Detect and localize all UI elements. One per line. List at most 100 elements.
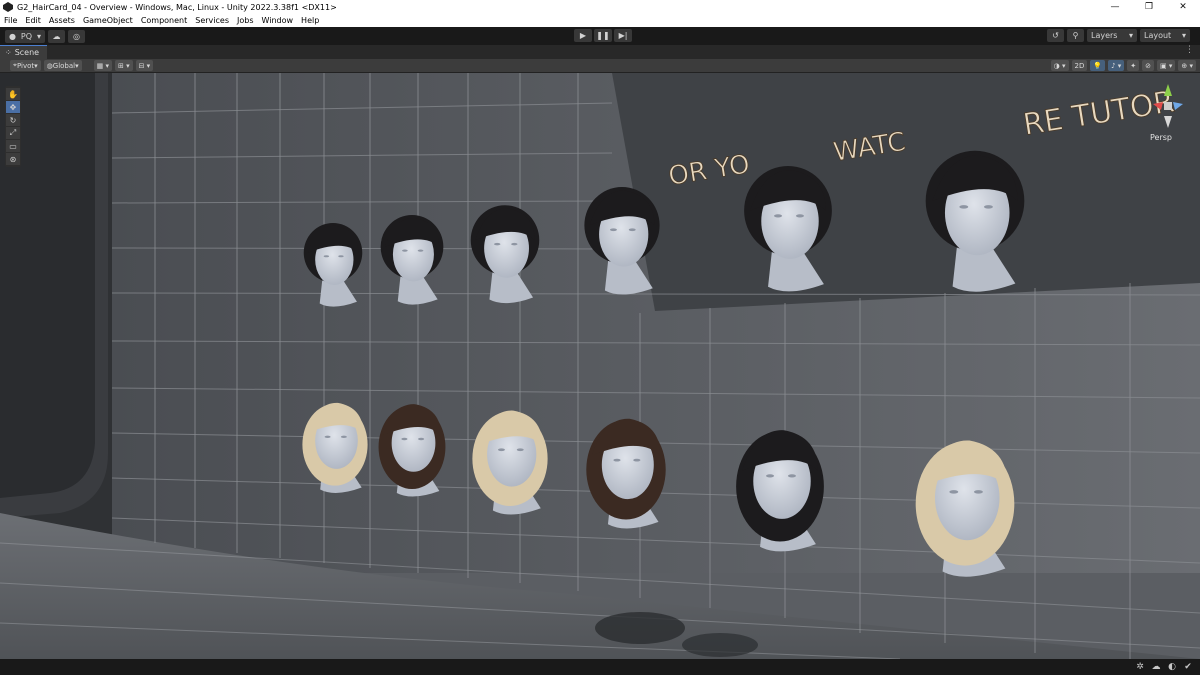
chevron-down-icon: ▾ xyxy=(1128,31,1133,40)
pivot-dropdown[interactable]: ⌖ Pivot ▾ xyxy=(10,60,41,71)
tab-scene[interactable]: ⁘ Scene xyxy=(0,45,48,59)
menu-edit[interactable]: Edit xyxy=(25,16,41,25)
history-icon: ↺ xyxy=(1052,31,1059,40)
title-bar: G2_HairCard_04 - Overview - Windows, Mac… xyxy=(0,0,1200,14)
move-tool-button[interactable]: ✥ xyxy=(6,101,20,113)
projection-label[interactable]: Persp xyxy=(1150,133,1172,142)
grid-icon: ▦ ▾ xyxy=(96,61,109,70)
pivot-label: Pivot xyxy=(16,61,35,70)
scene-tab-bar: ⁘ Scene ⋮ xyxy=(0,45,1200,59)
2d-toggle[interactable]: 2D xyxy=(1071,60,1088,71)
menu-assets[interactable]: Assets xyxy=(49,16,75,25)
gizmo-neg-y-axis[interactable] xyxy=(1164,116,1172,128)
scale-tool-button[interactable]: ⤢ xyxy=(6,127,20,139)
camera-dropdown[interactable]: ▣ ▾ xyxy=(1157,60,1176,71)
transform-tool-button[interactable]: ⊛ xyxy=(6,153,20,165)
effects-icon: ✦ xyxy=(1130,61,1137,70)
play-controls: ▶ ❚❚ ▶| xyxy=(572,29,632,42)
grid-snap-dropdown[interactable]: ▦ ▾ xyxy=(93,60,112,71)
move-icon: ✥ xyxy=(9,102,17,112)
draw-mode-dropdown[interactable]: ◑ ▾ xyxy=(1050,60,1069,71)
tool-palette: ✋ ✥ ↻ ⤢ ▭ ⊛ xyxy=(5,86,21,167)
layers-dropdown[interactable]: Layers ▾ xyxy=(1087,29,1137,42)
search-icon: ⚲ xyxy=(1072,31,1079,40)
close-button[interactable]: ✕ xyxy=(1166,0,1200,14)
scene-toolbar: ⌖ Pivot ▾ ◍ Global ▾ ▦ ▾ ⊞ ▾ ⊟ ▾ ◑ ▾ 2D … xyxy=(0,59,1200,73)
layers-label: Layers xyxy=(1091,31,1118,40)
gizmo-x-axis[interactable] xyxy=(1153,102,1163,110)
scale-icon: ⤢ xyxy=(9,128,17,137)
shading-icon: ◑ ▾ xyxy=(1053,61,1066,70)
gizmos-dropdown[interactable]: ⊕ ▾ xyxy=(1178,60,1196,71)
hand-icon: ✋ xyxy=(8,89,18,99)
scene-viewport[interactable]: OR YO WATC RE TUTOR xyxy=(0,73,1200,659)
account-label: PQ xyxy=(20,31,33,41)
lightbulb-icon: 💡 xyxy=(1093,61,1103,70)
menu-component[interactable]: Component xyxy=(141,16,187,25)
rotate-tool-button[interactable]: ↻ xyxy=(6,114,20,126)
toolbar-right: ↺ ⚲ Layers ▾ Layout ▾ xyxy=(1044,29,1190,42)
account-dropdown[interactable]: ● PQ ▾ xyxy=(5,29,45,43)
search-button[interactable]: ⚲ xyxy=(1067,29,1084,42)
restore-button[interactable]: ❐ xyxy=(1132,0,1166,14)
effects-toggle[interactable]: ✦ xyxy=(1127,60,1140,71)
pause-icon: ❚❚ xyxy=(596,31,610,40)
pause-button[interactable]: ❚❚ xyxy=(594,29,612,42)
ruler-icon: ⊟ ▾ xyxy=(138,61,151,70)
snap-increment-dropdown[interactable]: ⊞ ▾ xyxy=(114,60,133,71)
gizmo-z-axis[interactable] xyxy=(1173,102,1183,110)
lighting-toggle[interactable]: 💡 xyxy=(1090,60,1106,71)
step-icon: ▶| xyxy=(618,31,628,40)
main-toolbar: ● PQ ▾ ☁ ◎ ▶ ❚❚ ▶| ↺ ⚲ Layers ▾ Layout ▾ xyxy=(0,27,1200,45)
layout-label: Layout xyxy=(1144,31,1172,40)
menu-gameobject[interactable]: GameObject xyxy=(83,16,133,25)
progress-icon[interactable]: ◐ xyxy=(1166,661,1178,673)
gizmo-icon: ⊕ ▾ xyxy=(1181,61,1193,70)
menu-services[interactable]: Services xyxy=(195,16,229,25)
camera-icon: ▣ ▾ xyxy=(1160,61,1173,70)
chevron-down-icon: ▾ xyxy=(75,61,79,70)
account-icon: ● xyxy=(9,31,16,41)
rect-tool-button[interactable]: ▭ xyxy=(6,140,20,152)
chevron-down-icon: ▾ xyxy=(36,31,41,41)
cloud-button[interactable]: ☁ xyxy=(48,29,65,43)
audio-icon: ♪ ▾ xyxy=(1111,61,1122,70)
hidden-objects-toggle[interactable]: ⊘ xyxy=(1142,60,1155,71)
eye-slash-icon: ⊘ xyxy=(1145,61,1152,70)
gizmo-y-axis[interactable] xyxy=(1164,84,1172,96)
minimize-button[interactable]: — xyxy=(1098,0,1132,14)
checkmark-icon[interactable]: ✔ xyxy=(1182,661,1194,673)
collab-icon: ◎ xyxy=(73,31,80,41)
scene-icon: ⁘ xyxy=(5,48,12,57)
transform-icon: ⊛ xyxy=(9,154,17,164)
incremental-snap-dropdown[interactable]: ⊟ ▾ xyxy=(135,60,154,71)
menu-window[interactable]: Window xyxy=(262,16,294,25)
snap-icon: ⊞ ▾ xyxy=(117,61,130,70)
cloud-sync-icon[interactable]: ☁ xyxy=(1150,661,1162,673)
play-button[interactable]: ▶ xyxy=(574,29,592,42)
scene-environment: OR YO WATC RE TUTOR xyxy=(0,73,1200,659)
menu-bar: File Edit Assets GameObject Component Se… xyxy=(0,14,1200,27)
menu-file[interactable]: File xyxy=(4,16,17,25)
layout-dropdown[interactable]: Layout ▾ xyxy=(1140,29,1190,42)
scene-toolbar-right: ◑ ▾ 2D 💡 ♪ ▾ ✦ ⊘ ▣ ▾ ⊕ ▾ xyxy=(1048,60,1196,71)
menu-jobs[interactable]: Jobs xyxy=(237,16,254,25)
audio-toggle[interactable]: ♪ ▾ xyxy=(1108,60,1125,71)
rect-icon: ▭ xyxy=(9,141,17,151)
step-button[interactable]: ▶| xyxy=(614,29,632,42)
global-dropdown[interactable]: ◍ Global ▾ xyxy=(43,60,82,71)
cloud-icon: ☁ xyxy=(52,31,61,41)
undo-history-button[interactable]: ↺ xyxy=(1047,29,1064,42)
bug-icon[interactable]: ✲ xyxy=(1134,661,1146,673)
chevron-down-icon: ▾ xyxy=(34,61,38,70)
menu-help[interactable]: Help xyxy=(301,16,319,25)
tab-scene-label: Scene xyxy=(14,48,40,57)
more-options-icon[interactable]: ⋮ xyxy=(1185,45,1194,55)
status-bar: ✲ ☁ ◐ ✔ xyxy=(0,659,1200,675)
gizmo-center[interactable] xyxy=(1164,102,1172,110)
collab-button[interactable]: ◎ xyxy=(68,29,85,43)
hand-tool-button[interactable]: ✋ xyxy=(6,88,20,100)
window-title: G2_HairCard_04 - Overview - Windows, Mac… xyxy=(17,2,337,12)
rotate-icon: ↻ xyxy=(9,115,17,125)
play-icon: ▶ xyxy=(579,31,587,40)
